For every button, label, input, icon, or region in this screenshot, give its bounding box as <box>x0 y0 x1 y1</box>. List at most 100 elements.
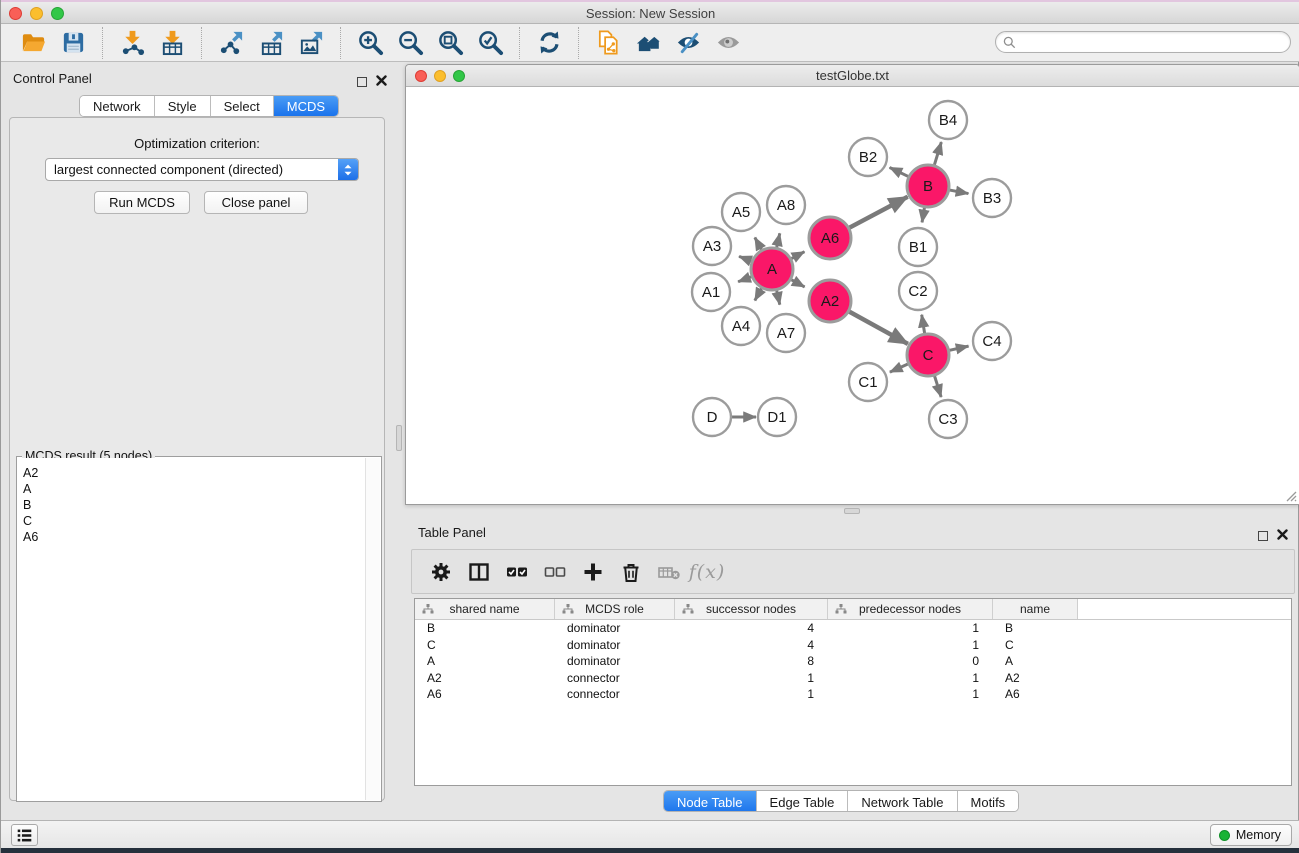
graph-edge-C-C1[interactable] <box>890 364 908 372</box>
zoom-in-icon[interactable] <box>355 28 385 58</box>
zoom-selected-icon[interactable] <box>475 28 505 58</box>
export-table-icon[interactable] <box>256 28 286 58</box>
hide-graphics-details-icon[interactable] <box>673 28 703 58</box>
graph-edge-B-B3[interactable] <box>950 190 969 194</box>
graph-edge-A-A3[interactable] <box>739 256 751 261</box>
table-header-row: shared name MCDS rolesuccessor nodesprede… <box>415 599 1291 620</box>
select-all-checkbox-icon[interactable] <box>500 557 534 587</box>
close-table-panel-icon[interactable] <box>1277 527 1288 545</box>
save-session-icon[interactable] <box>58 28 88 58</box>
graph-node-label-C1: C1 <box>858 374 877 391</box>
run-mcds-button[interactable]: Run MCDS <box>94 191 190 214</box>
horizontal-splitter-grip[interactable] <box>844 508 860 514</box>
graph-edge-A-A2[interactable] <box>791 280 804 287</box>
graph-edge-B-B1[interactable] <box>922 208 924 223</box>
float-panel-icon[interactable] <box>357 77 367 87</box>
vertical-splitter-grip[interactable] <box>396 425 402 451</box>
table-row[interactable]: Bdominator41B <box>415 620 1291 637</box>
column-header-MCDS-role[interactable]: MCDS role <box>555 599 675 619</box>
graph-edge-A-A5[interactable] <box>755 237 762 249</box>
delete-table-icon[interactable] <box>652 557 686 587</box>
graph-edge-A2-C[interactable] <box>849 312 908 344</box>
graph-node-label-A8: A8 <box>777 197 795 214</box>
split-panel-icon[interactable] <box>462 557 496 587</box>
table-tab-motifs[interactable]: Motifs <box>958 791 1019 812</box>
column-header-successor-nodes[interactable]: successor nodes <box>675 599 828 619</box>
window-resize-grip[interactable] <box>1283 488 1297 502</box>
table-row[interactable]: Adominator80A <box>415 653 1291 670</box>
graph-edge-A-A7[interactable] <box>777 290 780 304</box>
network-window-titlebar[interactable]: testGlobe.txt <box>406 65 1299 87</box>
zoom-out-icon[interactable] <box>395 28 425 58</box>
close-panel-icon[interactable] <box>376 73 387 91</box>
optimization-criterion-label: Optimization criterion: <box>10 136 384 151</box>
result-list-item[interactable]: A <box>23 481 360 497</box>
function-builder-icon[interactable]: f(x) <box>690 557 724 587</box>
home-view-icon[interactable] <box>633 28 663 58</box>
graph-edge-A6-B[interactable] <box>849 197 907 228</box>
tab-select[interactable]: Select <box>211 96 274 116</box>
graph-edge-C-C4[interactable] <box>949 346 968 350</box>
graph-node-label-C4: C4 <box>982 333 1001 350</box>
table-tab-edge-table[interactable]: Edge Table <box>757 791 849 812</box>
table-row[interactable]: A2connector11A2 <box>415 670 1291 687</box>
refresh-icon[interactable] <box>534 28 564 58</box>
table-tab-network-table[interactable]: Network Table <box>848 791 957 812</box>
graph-edge-C-C3[interactable] <box>935 376 942 397</box>
graph-edge-A-A1[interactable] <box>738 277 751 282</box>
settings-icon[interactable] <box>424 557 458 587</box>
show-graphics-details-icon[interactable] <box>713 28 743 58</box>
deselect-all-checkbox-icon[interactable] <box>538 557 572 587</box>
graph-edge-C-C2[interactable] <box>922 315 925 334</box>
graph-edge-A-A6[interactable] <box>791 252 804 259</box>
import-table-icon[interactable] <box>157 28 187 58</box>
tab-mcds[interactable]: MCDS <box>274 96 338 116</box>
copy-network-icon[interactable] <box>593 28 623 58</box>
network-view-window: testGlobe.txt B4B2BB3A5A8A6A3B1AA1C2A2A4… <box>405 64 1299 505</box>
result-list-item[interactable]: A2 <box>23 465 360 481</box>
graph-edge-B-B4[interactable] <box>934 142 941 165</box>
tab-network[interactable]: Network <box>80 96 155 116</box>
tab-style[interactable]: Style <box>155 96 211 116</box>
memory-button[interactable]: Memory <box>1210 824 1292 846</box>
table-cell: 1 <box>828 637 993 654</box>
graph-edge-A-A8[interactable] <box>777 233 780 247</box>
table-tab-node-table[interactable]: Node Table <box>664 791 757 812</box>
table-cell: C <box>993 637 1078 654</box>
delete-column-icon[interactable] <box>614 557 648 587</box>
table-cell: 4 <box>675 620 828 637</box>
table-row[interactable]: Cdominator41C <box>415 637 1291 654</box>
zoom-fit-icon[interactable] <box>435 28 465 58</box>
import-network-icon[interactable] <box>117 28 147 58</box>
window-titlebar: Session: New Session <box>1 0 1299 24</box>
criterion-dropdown[interactable]: largest connected component (directed) <box>45 158 359 181</box>
task-history-button[interactable] <box>11 824 38 846</box>
graph-edge-B-B2[interactable] <box>890 167 909 176</box>
result-scrollbar[interactable] <box>365 458 380 800</box>
graph-node-label-A7: A7 <box>777 325 795 342</box>
status-bar: Memory <box>1 820 1299 848</box>
search-box <box>995 31 1291 53</box>
export-image-icon[interactable] <box>296 28 326 58</box>
result-list-item[interactable]: A6 <box>23 529 360 545</box>
export-network-icon[interactable] <box>216 28 246 58</box>
column-header-name[interactable]: name <box>993 599 1078 619</box>
column-header-predecessor-nodes[interactable]: predecessor nodes <box>828 599 993 619</box>
search-input[interactable] <box>1016 33 1290 51</box>
close-panel-button[interactable]: Close panel <box>204 191 308 214</box>
table-cell: 0 <box>828 653 993 670</box>
result-list-item[interactable]: C <box>23 513 360 529</box>
add-column-icon[interactable] <box>576 557 610 587</box>
network-canvas[interactable]: B4B2BB3A5A8A6A3B1AA1C2A2A4A7CC4C1C3DD1 <box>406 87 1299 504</box>
column-header-label: shared name <box>449 602 519 616</box>
control-panel: Optimization criterion: largest connecte… <box>9 117 385 801</box>
graph-edge-A-A4[interactable] <box>755 288 762 300</box>
graph-node-label-C3: C3 <box>938 411 957 428</box>
float-table-panel-icon[interactable] <box>1258 531 1268 541</box>
table-row[interactable]: A6connector11A6 <box>415 686 1291 703</box>
open-session-icon[interactable] <box>18 28 48 58</box>
desktop-background <box>1 848 1299 853</box>
result-list-item[interactable]: B <box>23 497 360 513</box>
column-header-shared-name[interactable]: shared name <box>415 599 555 619</box>
graph-node-label-B3: B3 <box>983 190 1001 207</box>
